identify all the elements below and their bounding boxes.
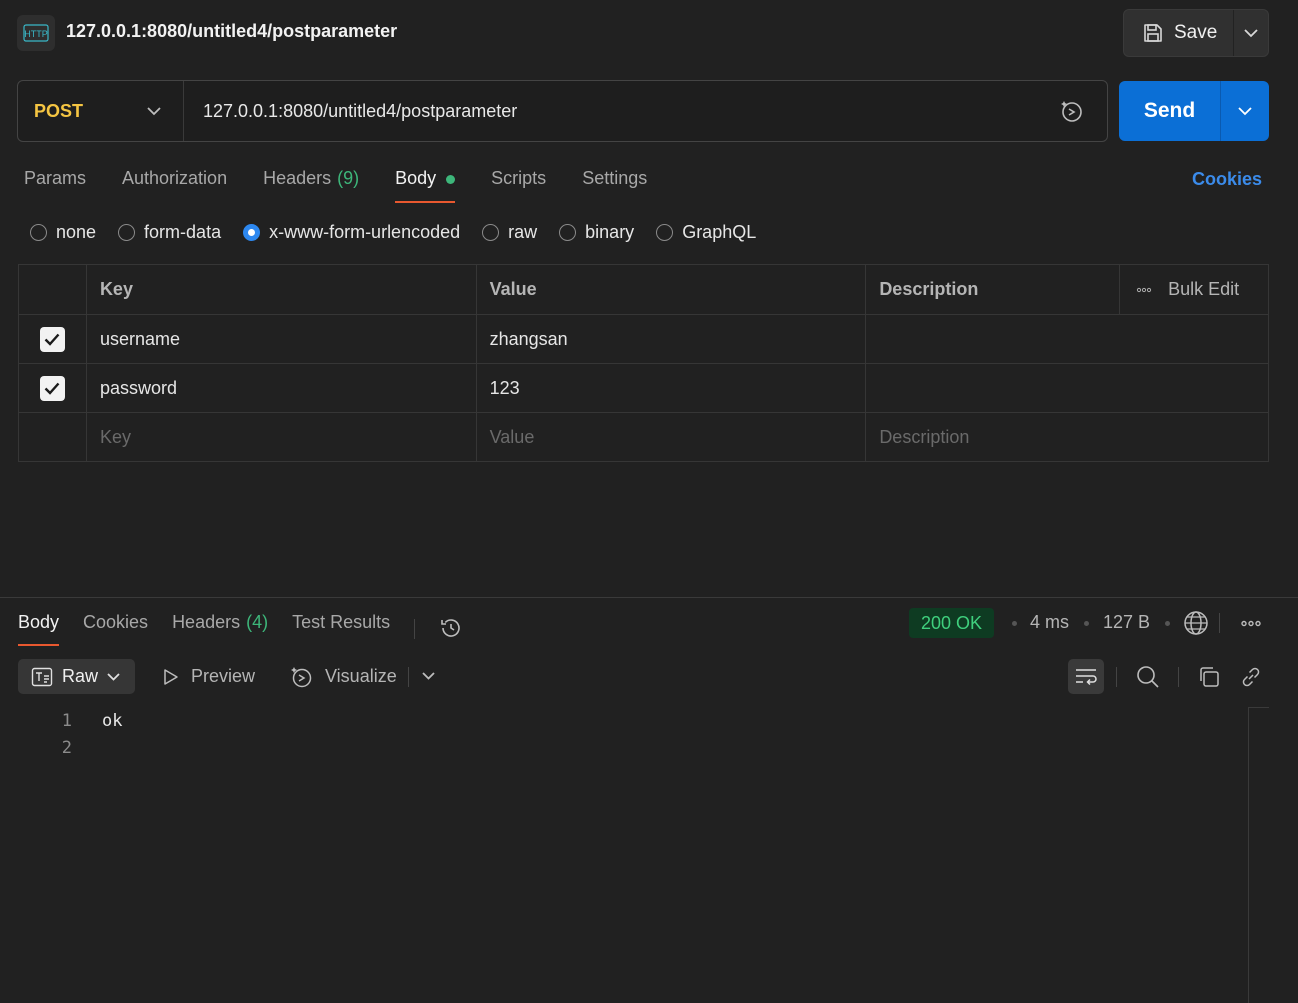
save-label: Save: [1174, 22, 1218, 43]
tab-scripts[interactable]: Scripts: [491, 168, 546, 204]
send-options-chevron-down-icon[interactable]: [1221, 81, 1269, 141]
row-value[interactable]: 123: [475, 364, 866, 412]
line-number: 1: [61, 711, 72, 731]
row-checkbox[interactable]: [39, 326, 65, 352]
row-key[interactable]: username: [85, 315, 476, 363]
row-description[interactable]: [865, 315, 1268, 363]
response-tab-headers[interactable]: Headers (4): [172, 612, 268, 646]
header-value: Value: [475, 265, 866, 314]
response-tabs: Body Cookies Headers (4) Test Results: [18, 612, 463, 646]
save-button[interactable]: Save: [1124, 10, 1233, 56]
headers-count: (9): [337, 168, 360, 188]
radio-raw[interactable]: raw: [482, 222, 537, 243]
response-divider[interactable]: [0, 597, 1298, 598]
row-value[interactable]: zhangsan: [475, 315, 866, 363]
scrollbar[interactable]: [1248, 707, 1269, 1003]
radio-none[interactable]: none: [30, 222, 96, 243]
bulk-edit-area: Bulk Edit: [1119, 265, 1268, 314]
method-label: POST: [34, 100, 84, 121]
history-icon[interactable]: [439, 616, 463, 640]
save-button-group: Save: [1123, 9, 1269, 57]
header-description: Description: [865, 265, 1119, 314]
response-size[interactable]: 127 B: [1103, 612, 1150, 633]
header-key: Key: [85, 265, 476, 314]
chevron-down-icon: [107, 672, 120, 681]
http-icon: HTTP: [17, 15, 55, 51]
format-label: Raw: [62, 666, 99, 686]
tab-settings[interactable]: Settings: [582, 168, 647, 204]
url-bar: POST 127.0.0.1:8080/untitled4/postparame…: [17, 80, 1108, 142]
link-icon[interactable]: [1239, 665, 1263, 689]
row-checkbox[interactable]: [39, 375, 65, 401]
send-button-group: Send: [1119, 81, 1269, 141]
new-key-input[interactable]: Key: [85, 413, 476, 461]
send-button[interactable]: Send: [1119, 81, 1220, 141]
search-icon[interactable]: [1136, 665, 1160, 689]
copy-icon[interactable]: [1197, 665, 1221, 689]
table-row: username zhangsan: [19, 314, 1268, 363]
url-input[interactable]: 127.0.0.1:8080/untitled4/postparameter: [184, 101, 1059, 122]
response-tab-test-results[interactable]: Test Results: [292, 612, 390, 646]
play-icon: [162, 668, 180, 686]
response-content: ok: [102, 711, 123, 731]
radio-urlencoded[interactable]: x-www-form-urlencoded: [243, 222, 460, 243]
format-select[interactable]: Raw: [18, 659, 135, 694]
response-tab-body[interactable]: Body: [18, 612, 60, 646]
cookies-link[interactable]: Cookies: [1192, 169, 1262, 190]
save-options-chevron-down-icon[interactable]: [1234, 10, 1268, 56]
table-row-new: Key Value Description: [19, 412, 1268, 461]
visualize-options-chevron-down-icon[interactable]: [422, 672, 435, 680]
tab-params[interactable]: Params: [24, 168, 86, 204]
more-options-icon[interactable]: [1240, 620, 1262, 627]
tab-authorization[interactable]: Authorization: [122, 168, 227, 204]
row-description[interactable]: [865, 364, 1268, 412]
body-indicator-dot: [446, 175, 456, 184]
radio-form-data[interactable]: form-data: [118, 222, 221, 243]
preview-button[interactable]: Preview: [162, 659, 255, 694]
new-value-input[interactable]: Value: [475, 413, 866, 461]
table-row: password 123: [19, 363, 1268, 412]
visualize-icon: [290, 665, 314, 689]
request-title[interactable]: 127.0.0.1:8080/untitled4/postparameter: [66, 21, 397, 42]
response-toolbar: Raw Preview Visualize: [18, 659, 1269, 695]
response-headers-count: (4): [246, 612, 269, 632]
response-time[interactable]: 4 ms: [1030, 612, 1069, 633]
tab-headers[interactable]: Headers (9): [263, 168, 359, 204]
response-headers-label: Headers: [172, 612, 241, 632]
status-badge[interactable]: 200 OK: [909, 608, 995, 638]
line-number: 2: [61, 738, 72, 758]
request-tabs: Params Authorization Headers (9) Body Sc…: [24, 168, 647, 204]
row-key[interactable]: password: [85, 364, 476, 412]
chevron-down-icon: [147, 106, 161, 116]
svg-text:HTTP: HTTP: [24, 29, 48, 39]
params-table: Key Value Description Bulk Edit username…: [18, 264, 1269, 462]
wrap-text-icon: [1074, 667, 1098, 687]
new-description-input[interactable]: Description: [865, 413, 1268, 461]
radio-graphql[interactable]: GraphQL: [656, 222, 756, 243]
wrap-lines-button[interactable]: [1068, 659, 1104, 694]
text-format-icon: [31, 667, 53, 687]
more-options-icon[interactable]: [1136, 287, 1152, 293]
visualize-sparkle-icon[interactable]: [1059, 98, 1085, 124]
table-header: Key Value Description Bulk Edit: [19, 265, 1268, 314]
tab-body[interactable]: Body: [395, 168, 456, 204]
tab-body-label: Body: [395, 168, 437, 188]
body-type-radios: none form-data x-www-form-urlencoded raw…: [30, 222, 756, 243]
response-tab-cookies[interactable]: Cookies: [83, 612, 148, 646]
bulk-edit-button[interactable]: Bulk Edit: [1168, 279, 1239, 300]
tab-headers-label: Headers: [263, 168, 332, 188]
save-icon: [1142, 22, 1164, 44]
method-select[interactable]: POST: [18, 81, 184, 141]
globe-icon[interactable]: [1183, 610, 1209, 636]
visualize-button[interactable]: Visualize: [290, 659, 397, 694]
radio-binary[interactable]: binary: [559, 222, 634, 243]
